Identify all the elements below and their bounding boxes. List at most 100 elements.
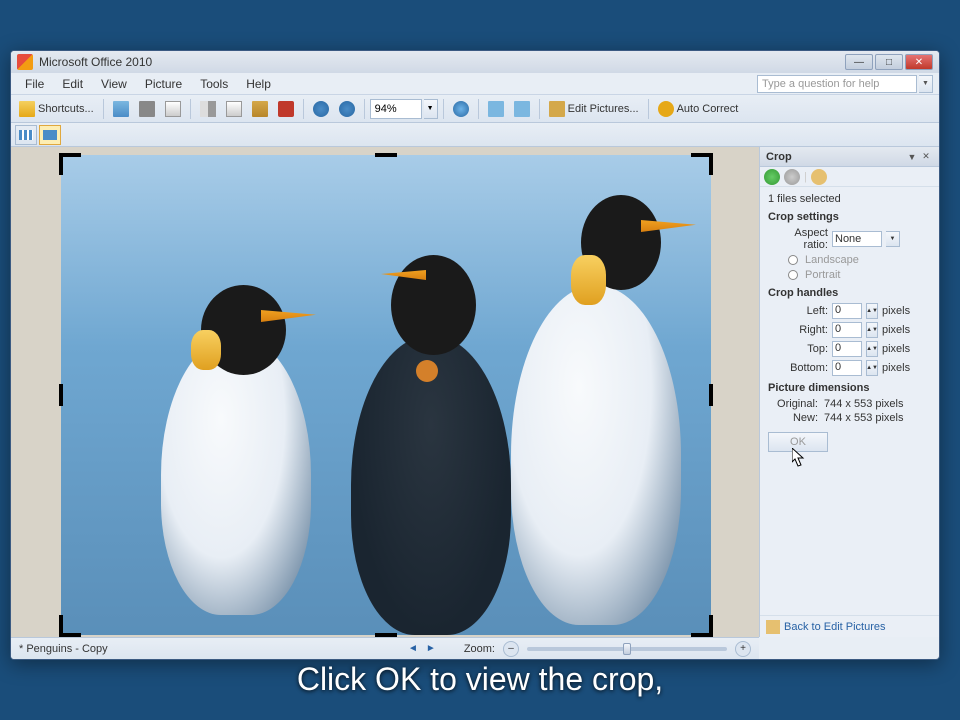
view-bar <box>11 123 939 147</box>
shortcuts-button[interactable]: Shortcuts... <box>15 98 98 120</box>
new-value: 744 x 553 pixels <box>824 412 904 424</box>
task-pane-body: 1 files selected Crop settings Aspect ra… <box>760 187 939 615</box>
bottom-unit: pixels <box>882 362 910 374</box>
left-input[interactable]: 0 <box>832 303 862 319</box>
undo-icon <box>313 101 329 117</box>
copy-button[interactable] <box>222 98 246 120</box>
crop-handles-heading: Crop handles <box>768 287 931 299</box>
files-selected-label: 1 files selected <box>768 193 931 205</box>
filmstrip-view-button[interactable] <box>510 98 534 120</box>
task-pane-footer: Back to Edit Pictures <box>760 615 939 637</box>
task-pane-titlebar: Crop ▼ ✕ <box>760 147 939 167</box>
nav-home-icon[interactable] <box>811 169 827 185</box>
mail-button[interactable] <box>161 98 185 120</box>
thumbnails-icon <box>19 130 33 140</box>
original-value: 744 x 553 pixels <box>824 398 904 410</box>
left-label: Left: <box>768 305 828 317</box>
undo-button[interactable] <box>309 98 333 120</box>
aspect-ratio-combo[interactable]: None <box>832 231 882 247</box>
right-spinner[interactable]: ▲▼ <box>866 322 878 338</box>
picture-canvas[interactable] <box>61 155 711 635</box>
close-button[interactable]: ✕ <box>905 54 933 70</box>
shortcuts-icon <box>19 101 35 117</box>
app-icon <box>17 54 33 70</box>
menu-edit[interactable]: Edit <box>54 75 91 93</box>
video-caption: Click OK to view the crop, <box>0 661 960 698</box>
next-image-button[interactable]: ► <box>426 643 436 654</box>
task-pane-dropdown[interactable]: ▼ <box>905 152 919 162</box>
portrait-radio[interactable] <box>788 270 798 280</box>
crop-settings-heading: Crop settings <box>768 211 931 223</box>
delete-icon <box>278 101 294 117</box>
task-pane-title: Crop <box>766 151 905 163</box>
nav-forward-icon[interactable] <box>784 169 800 185</box>
print-button[interactable] <box>135 98 159 120</box>
menu-view[interactable]: View <box>93 75 135 93</box>
task-pane-close[interactable]: ✕ <box>919 151 933 162</box>
ok-button[interactable]: OK <box>768 432 828 452</box>
landscape-label: Landscape <box>805 254 859 266</box>
bottom-input[interactable]: 0 <box>832 360 862 376</box>
maximize-button[interactable]: □ <box>875 54 903 70</box>
thumbnail-icon <box>488 101 504 117</box>
bottom-label: Bottom: <box>768 362 828 374</box>
redo-icon <box>339 101 355 117</box>
zoom-in-button[interactable]: + <box>735 641 751 657</box>
single-icon <box>43 130 57 140</box>
edit-pictures-icon <box>549 101 565 117</box>
redo-button[interactable] <box>335 98 359 120</box>
landscape-radio[interactable] <box>788 255 798 265</box>
title-bar: Microsoft Office 2010 — □ ✕ <box>11 51 939 73</box>
menu-picture[interactable]: Picture <box>137 75 190 93</box>
top-unit: pixels <box>882 343 910 355</box>
zoom-slider-thumb[interactable] <box>623 643 631 655</box>
paste-icon <box>252 101 268 117</box>
top-spinner[interactable]: ▲▼ <box>866 341 878 357</box>
picture-dimensions-heading: Picture dimensions <box>768 382 931 394</box>
nav-back-icon[interactable] <box>764 169 780 185</box>
crop-task-pane: Crop ▼ ✕ | 1 files selected Crop setting… <box>759 147 939 637</box>
help-search-input[interactable]: Type a question for help <box>757 75 917 93</box>
edit-pictures-button[interactable]: Edit Pictures... <box>545 98 643 120</box>
canvas-area <box>11 147 759 637</box>
view-thumbnails-button[interactable] <box>15 125 37 145</box>
view-single-button[interactable] <box>39 125 61 145</box>
menu-file[interactable]: File <box>17 75 52 93</box>
app-window: Microsoft Office 2010 — □ ✕ File Edit Vi… <box>10 50 940 660</box>
portrait-label: Portrait <box>805 269 840 281</box>
help-icon <box>453 101 469 117</box>
print-icon <box>139 101 155 117</box>
zoom-combo-dropdown[interactable]: ▼ <box>424 99 438 119</box>
minimize-button[interactable]: — <box>845 54 873 70</box>
delete-button[interactable] <box>274 98 298 120</box>
aspect-ratio-label: Aspect ratio: <box>768 227 828 251</box>
left-unit: pixels <box>882 305 910 317</box>
cut-button[interactable] <box>196 98 220 120</box>
top-input[interactable]: 0 <box>832 341 862 357</box>
thumbnail-view-button[interactable] <box>484 98 508 120</box>
zoom-label: Zoom: <box>464 643 495 655</box>
right-unit: pixels <box>882 324 910 336</box>
cut-icon <box>200 101 216 117</box>
menu-help[interactable]: Help <box>238 75 279 93</box>
top-label: Top: <box>768 343 828 355</box>
help-button[interactable] <box>449 98 473 120</box>
right-input[interactable]: 0 <box>832 322 862 338</box>
zoom-combo[interactable]: 94% <box>370 99 422 119</box>
help-search-dropdown[interactable]: ▼ <box>919 75 933 93</box>
back-link-icon <box>766 620 780 634</box>
prev-image-button[interactable]: ◄ <box>408 643 418 654</box>
auto-correct-icon <box>658 101 674 117</box>
task-pane-nav: | <box>760 167 939 187</box>
right-label: Right: <box>768 324 828 336</box>
save-button[interactable] <box>109 98 133 120</box>
back-to-edit-link[interactable]: Back to Edit Pictures <box>784 621 886 633</box>
auto-correct-button[interactable]: Auto Correct <box>654 98 743 120</box>
menu-tools[interactable]: Tools <box>192 75 236 93</box>
left-spinner[interactable]: ▲▼ <box>866 303 878 319</box>
zoom-slider[interactable] <box>527 647 727 651</box>
aspect-ratio-dropdown[interactable]: ▼ <box>886 231 900 247</box>
zoom-out-button[interactable]: – <box>503 641 519 657</box>
paste-button[interactable] <box>248 98 272 120</box>
bottom-spinner[interactable]: ▲▼ <box>866 360 878 376</box>
